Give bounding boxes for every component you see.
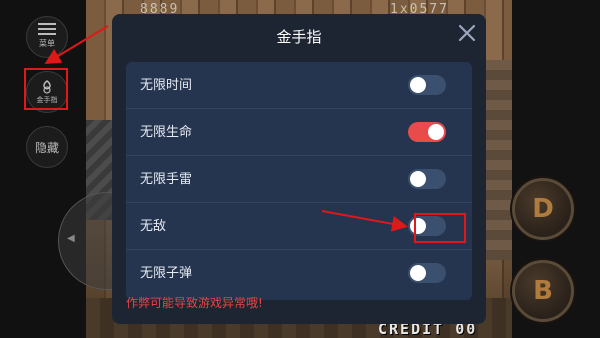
toggle-infinite-time[interactable]	[408, 75, 446, 95]
cheat-list: 无限时间 无限生命 无限手雷 无敌 无限子弹	[126, 62, 472, 300]
menu-label: 菜单	[39, 38, 55, 48]
toggle-infinite-ammo[interactable]	[408, 263, 446, 283]
cheat-button-highlight	[24, 68, 68, 110]
cheat-item-infinite-time: 无限时间	[126, 62, 472, 109]
cheat-item-label: 无限手雷	[140, 172, 193, 187]
cheat-item-infinite-lives: 无限生命	[126, 109, 472, 156]
cheat-dialog: 金手指 无限时间 无限生命 无限手雷 无敌 无限子弹 作弊可能导致游戏异常哦!	[112, 14, 486, 324]
cheat-item-infinite-grenades: 无限手雷	[126, 156, 472, 203]
menu-icon	[38, 27, 56, 30]
hide-button[interactable]: 隐藏	[26, 126, 68, 168]
toggle-knob	[410, 171, 426, 187]
toggle-infinite-lives[interactable]	[408, 122, 446, 142]
cheat-item-label: 无限子弹	[140, 266, 193, 281]
b-button[interactable]: B	[512, 260, 574, 322]
cheat-item-label: 无限时间	[140, 78, 193, 93]
b-button-label: B	[533, 276, 553, 306]
toggle-infinite-grenades[interactable]	[408, 169, 446, 189]
warning-text: 作弊可能导致游戏异常哦!	[126, 296, 263, 310]
cheat-item-label: 无敌	[140, 219, 167, 234]
toggle-knob	[410, 265, 426, 281]
invincible-toggle-highlight	[414, 213, 466, 243]
joystick-left-arrow-icon: ◀	[67, 233, 75, 244]
d-button-label: D	[532, 194, 554, 224]
hide-label: 隐藏	[34, 140, 59, 155]
cheat-item-infinite-ammo: 无限子弹	[126, 250, 472, 297]
d-button[interactable]: D	[512, 178, 574, 240]
toggle-knob	[410, 77, 426, 93]
close-icon[interactable]	[458, 24, 476, 42]
dialog-title: 金手指	[276, 28, 322, 46]
menu-button[interactable]: 菜单	[26, 16, 68, 58]
toggle-knob	[428, 124, 444, 140]
cheat-item-label: 无限生命	[140, 125, 193, 140]
